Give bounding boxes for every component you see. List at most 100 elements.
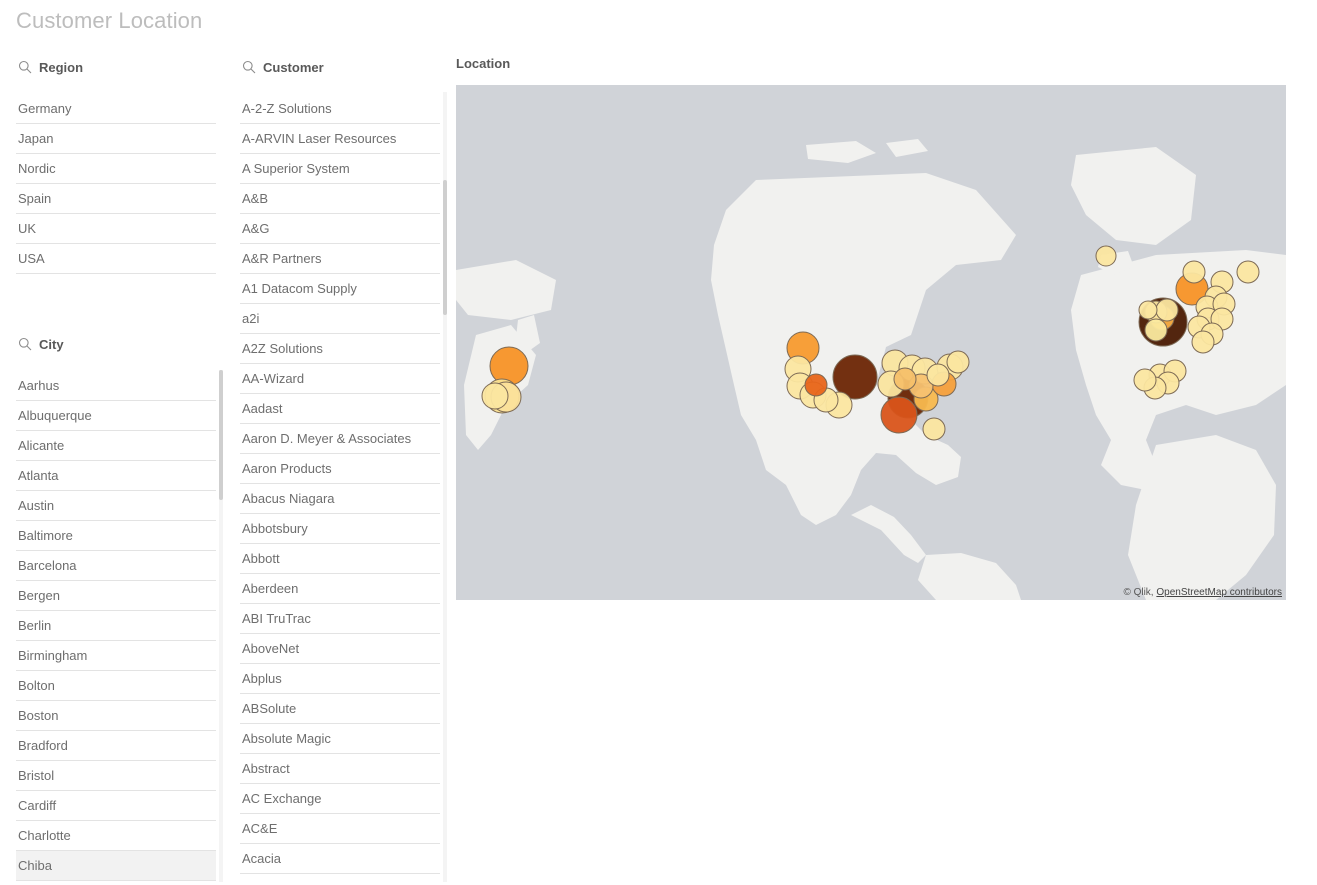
- listbox-city[interactable]: City Aarhus Albuquerque Alicante Atlanta Aus…: [16, 332, 216, 885]
- customer-list-item[interactable]: AboveNet: [240, 634, 440, 664]
- city-list-item-label: Albuquerque: [18, 408, 92, 423]
- city-list-item[interactable]: Chiba: [16, 851, 216, 881]
- city-list-item[interactable]: Bergen: [16, 581, 216, 611]
- customer-list-item[interactable]: A2Z Solutions: [240, 334, 440, 364]
- map-bubble[interactable]: [1144, 318, 1168, 342]
- customer-list-item-label: AA-Wizard: [242, 371, 305, 386]
- customer-list-item[interactable]: Aaron D. Meyer & Associates: [240, 424, 440, 454]
- city-list-item[interactable]: Austin: [16, 491, 216, 521]
- openstreetmap-link[interactable]: OpenStreetMap contributors: [1156, 587, 1282, 598]
- customer-list-item[interactable]: A-ARVIN Laser Resources: [240, 124, 440, 154]
- city-list-item[interactable]: Aarhus: [16, 371, 216, 401]
- customer-list-item-label: Abbotsbury: [242, 521, 308, 536]
- city-list-item[interactable]: Berlin: [16, 611, 216, 641]
- city-list-item[interactable]: Albuquerque: [16, 401, 216, 431]
- customer-list-item-label: A&B: [242, 191, 269, 206]
- listbox-region-header[interactable]: Region: [16, 55, 216, 79]
- map-bubble[interactable]: [893, 367, 917, 391]
- customer-list-item[interactable]: A Superior System: [240, 154, 440, 184]
- map-canvas[interactable]: [456, 85, 1286, 600]
- customer-list-item-label: Abbott: [242, 551, 280, 566]
- region-list-item[interactable]: Germany: [16, 94, 216, 124]
- search-icon[interactable]: [18, 337, 32, 351]
- map-bubble[interactable]: [1138, 300, 1158, 320]
- customer-list-item[interactable]: AA-Wizard: [240, 364, 440, 394]
- listbox-customer[interactable]: Customer A-2-Z Solutions A-ARVIN Laser Re…: [240, 55, 440, 885]
- customer-list-item[interactable]: ABI TruTrac: [240, 604, 440, 634]
- customer-list-item[interactable]: Aadast: [240, 394, 440, 424]
- customer-list-item[interactable]: A1 Datacom Supply: [240, 274, 440, 304]
- listbox-customer-header[interactable]: Customer: [240, 55, 440, 79]
- customer-list-item-label: A1 Datacom Supply: [242, 281, 357, 296]
- city-list-item[interactable]: Charlotte: [16, 821, 216, 851]
- map-bubble[interactable]: [946, 350, 970, 374]
- customer-list-item-label: Abacus Niagara: [242, 491, 335, 506]
- map-bubble[interactable]: [804, 373, 828, 397]
- customer-list-item[interactable]: Abacus Niagara: [240, 484, 440, 514]
- map-bubble[interactable]: [1182, 260, 1206, 284]
- region-list-item[interactable]: Nordic: [16, 154, 216, 184]
- city-list-item[interactable]: Alicante: [16, 431, 216, 461]
- region-list-item-label: Spain: [18, 191, 52, 206]
- city-list-item-label: Bristol: [18, 768, 55, 783]
- customer-list-item[interactable]: A&G: [240, 214, 440, 244]
- map-bubble[interactable]: [1155, 298, 1179, 322]
- listbox-city-header[interactable]: City: [16, 332, 216, 356]
- customer-list-item[interactable]: A&B: [240, 184, 440, 214]
- region-list-item[interactable]: Spain: [16, 184, 216, 214]
- map-bubble[interactable]: [1133, 368, 1157, 392]
- customer-list-item[interactable]: Aaron Products: [240, 454, 440, 484]
- search-icon[interactable]: [18, 60, 32, 74]
- search-icon[interactable]: [242, 60, 256, 74]
- listbox-region[interactable]: Region Germany Japan Nordic Spain UK USA: [16, 55, 216, 274]
- listbox-region-rows[interactable]: Germany Japan Nordic Spain UK USA: [16, 94, 216, 274]
- city-list-item[interactable]: Barcelona: [16, 551, 216, 581]
- city-list-item[interactable]: Baltimore: [16, 521, 216, 551]
- map-bubble[interactable]: [880, 396, 918, 434]
- city-list-item[interactable]: Bradford: [16, 731, 216, 761]
- customer-list-item[interactable]: a2i: [240, 304, 440, 334]
- city-list-item-label: Atlanta: [18, 468, 59, 483]
- region-list-item[interactable]: USA: [16, 244, 216, 274]
- customer-list-item[interactable]: Absolute Magic: [240, 724, 440, 754]
- city-list-item-label: Austin: [18, 498, 55, 513]
- map-bubble[interactable]: [926, 363, 950, 387]
- region-list-item-label: Japan: [18, 131, 54, 146]
- customer-list-scrollbar-thumb[interactable]: [443, 180, 447, 315]
- region-list-item-label: USA: [18, 251, 45, 266]
- map-bubble[interactable]: [1095, 245, 1117, 267]
- customer-list-item[interactable]: A-2-Z Solutions: [240, 94, 440, 124]
- location-map[interactable]: © Qlik, OpenStreetMap contributors: [456, 85, 1286, 600]
- customer-list-item[interactable]: Acacia: [240, 844, 440, 874]
- customer-list-item[interactable]: AC&E: [240, 814, 440, 844]
- city-list-item-label: Baltimore: [18, 528, 73, 543]
- region-list-item[interactable]: Japan: [16, 124, 216, 154]
- region-list-item[interactable]: UK: [16, 214, 216, 244]
- city-list-item[interactable]: Bolton: [16, 671, 216, 701]
- customer-list-item[interactable]: Abstract: [240, 754, 440, 784]
- city-list-scrollbar-thumb[interactable]: [219, 370, 223, 500]
- customer-list-item[interactable]: Aberdeen: [240, 574, 440, 604]
- customer-list-item-label: Acacia: [242, 851, 282, 866]
- map-bubble[interactable]: [922, 417, 946, 441]
- map-bubble[interactable]: [1191, 330, 1215, 354]
- customer-list-item[interactable]: A&R Partners: [240, 244, 440, 274]
- city-list-item[interactable]: Boston: [16, 701, 216, 731]
- city-list-item[interactable]: Cardiff: [16, 791, 216, 821]
- customer-list-item[interactable]: Abplus: [240, 664, 440, 694]
- map-bubble[interactable]: [1236, 260, 1260, 284]
- map-bubble[interactable]: [481, 382, 509, 410]
- customer-list-item[interactable]: Abbotsbury: [240, 514, 440, 544]
- map-bubble[interactable]: [489, 346, 529, 386]
- city-list-item[interactable]: Birmingham: [16, 641, 216, 671]
- city-list-item[interactable]: Atlanta: [16, 461, 216, 491]
- city-list-item[interactable]: Bristol: [16, 761, 216, 791]
- customer-list-item-label: A Superior System: [242, 161, 350, 176]
- customer-list-item-label: AC&E: [242, 821, 278, 836]
- customer-list-item[interactable]: ABSolute: [240, 694, 440, 724]
- customer-list-item[interactable]: AC Exchange: [240, 784, 440, 814]
- listbox-city-rows[interactable]: Aarhus Albuquerque Alicante Atlanta Austin Ba…: [16, 371, 216, 885]
- customer-list-item[interactable]: Abbott: [240, 544, 440, 574]
- city-list-item-label: Birmingham: [18, 648, 88, 663]
- listbox-customer-rows[interactable]: A-2-Z Solutions A-ARVIN Laser Resources A …: [240, 94, 440, 885]
